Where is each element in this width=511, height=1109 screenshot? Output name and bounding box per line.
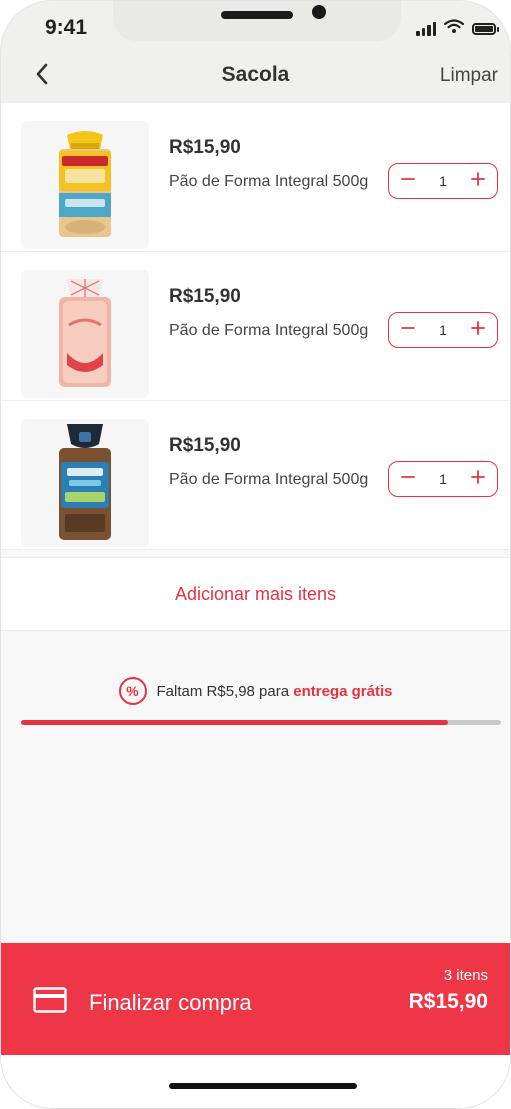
- minus-icon: [400, 469, 416, 490]
- battery-icon: [472, 22, 499, 35]
- free-shipping-highlight: entrega grátis: [293, 682, 393, 700]
- product-image: [21, 419, 149, 547]
- checkout-button[interactable]: Finalizar compra 3 itens R$15,90: [1, 943, 510, 1055]
- quantity-value: 1: [439, 322, 447, 338]
- status-bar: 9:41: [1, 1, 510, 53]
- quantity-value: 1: [439, 173, 447, 189]
- item-price: R$15,90: [169, 137, 241, 158]
- item-name: Pão de Forma Integral 500g: [169, 471, 369, 488]
- plus-icon: [470, 171, 486, 192]
- decrement-button[interactable]: [397, 319, 419, 341]
- decrement-button[interactable]: [397, 468, 419, 490]
- item-price: R$15,90: [169, 435, 241, 456]
- item-price: R$15,90: [169, 286, 241, 307]
- home-area: [1, 1055, 510, 1108]
- decrement-button[interactable]: [397, 170, 419, 192]
- clear-cart-button[interactable]: Limpar: [440, 65, 498, 87]
- quantity-stepper: 1: [388, 461, 498, 497]
- phone-screen: 9:41 Sacola Limpar R$15,90 Pão de Forma …: [0, 0, 511, 1109]
- cart-item: R$15,90 Pão de Forma Integral 500g 1: [1, 252, 510, 401]
- quantity-value: 1: [439, 471, 447, 487]
- plus-icon: [470, 469, 486, 490]
- increment-button[interactable]: [467, 468, 489, 490]
- free-shipping-prefix: Faltam R$5,98 para: [156, 682, 294, 700]
- product-image: [21, 121, 149, 249]
- free-shipping-progress: [21, 720, 501, 725]
- home-indicator[interactable]: [169, 1083, 357, 1089]
- cart-item: R$15,90 Pão de Forma Integral 500g 1: [1, 103, 510, 252]
- checkout-item-count: 3 itens: [443, 967, 488, 984]
- checkout-label: Finalizar compra: [89, 990, 252, 1015]
- item-name: Pão de Forma Integral 500g: [169, 322, 369, 339]
- status-icons: [416, 19, 499, 38]
- increment-button[interactable]: [467, 170, 489, 192]
- navigation-header: Sacola Limpar: [1, 53, 510, 103]
- status-time: 9:41: [45, 16, 88, 39]
- signal-icon: [416, 21, 436, 36]
- quantity-stepper: 1: [388, 312, 498, 348]
- cart-item: R$15,90 Pão de Forma Integral 500g 1: [1, 401, 510, 550]
- minus-icon: [400, 171, 416, 192]
- increment-button[interactable]: [467, 319, 489, 341]
- free-shipping-progress-fill: [21, 720, 449, 725]
- free-shipping-text: Faltam R$5,98 para entrega grátis: [157, 683, 393, 700]
- credit-card-icon: [33, 987, 67, 1018]
- product-image: [21, 270, 149, 398]
- wifi-icon: [443, 19, 465, 38]
- quantity-stepper: 1: [388, 163, 498, 199]
- cart-item-list: R$15,90 Pão de Forma Integral 500g 1 R$1…: [1, 103, 510, 550]
- speaker-grill: [221, 11, 293, 19]
- device-notch: [113, 1, 401, 41]
- camera-dot: [312, 5, 326, 19]
- page-title: Sacola: [221, 63, 290, 86]
- free-shipping-banner: % Faltam R$5,98 para entrega grátis: [1, 677, 510, 705]
- add-more-items-button[interactable]: Adicionar mais itens: [1, 557, 510, 631]
- checkout-total: R$15,90: [408, 990, 488, 1013]
- percent-icon: %: [118, 677, 147, 705]
- plus-icon: [470, 320, 486, 341]
- minus-icon: [400, 320, 416, 341]
- item-name: Pão de Forma Integral 500g: [169, 173, 369, 190]
